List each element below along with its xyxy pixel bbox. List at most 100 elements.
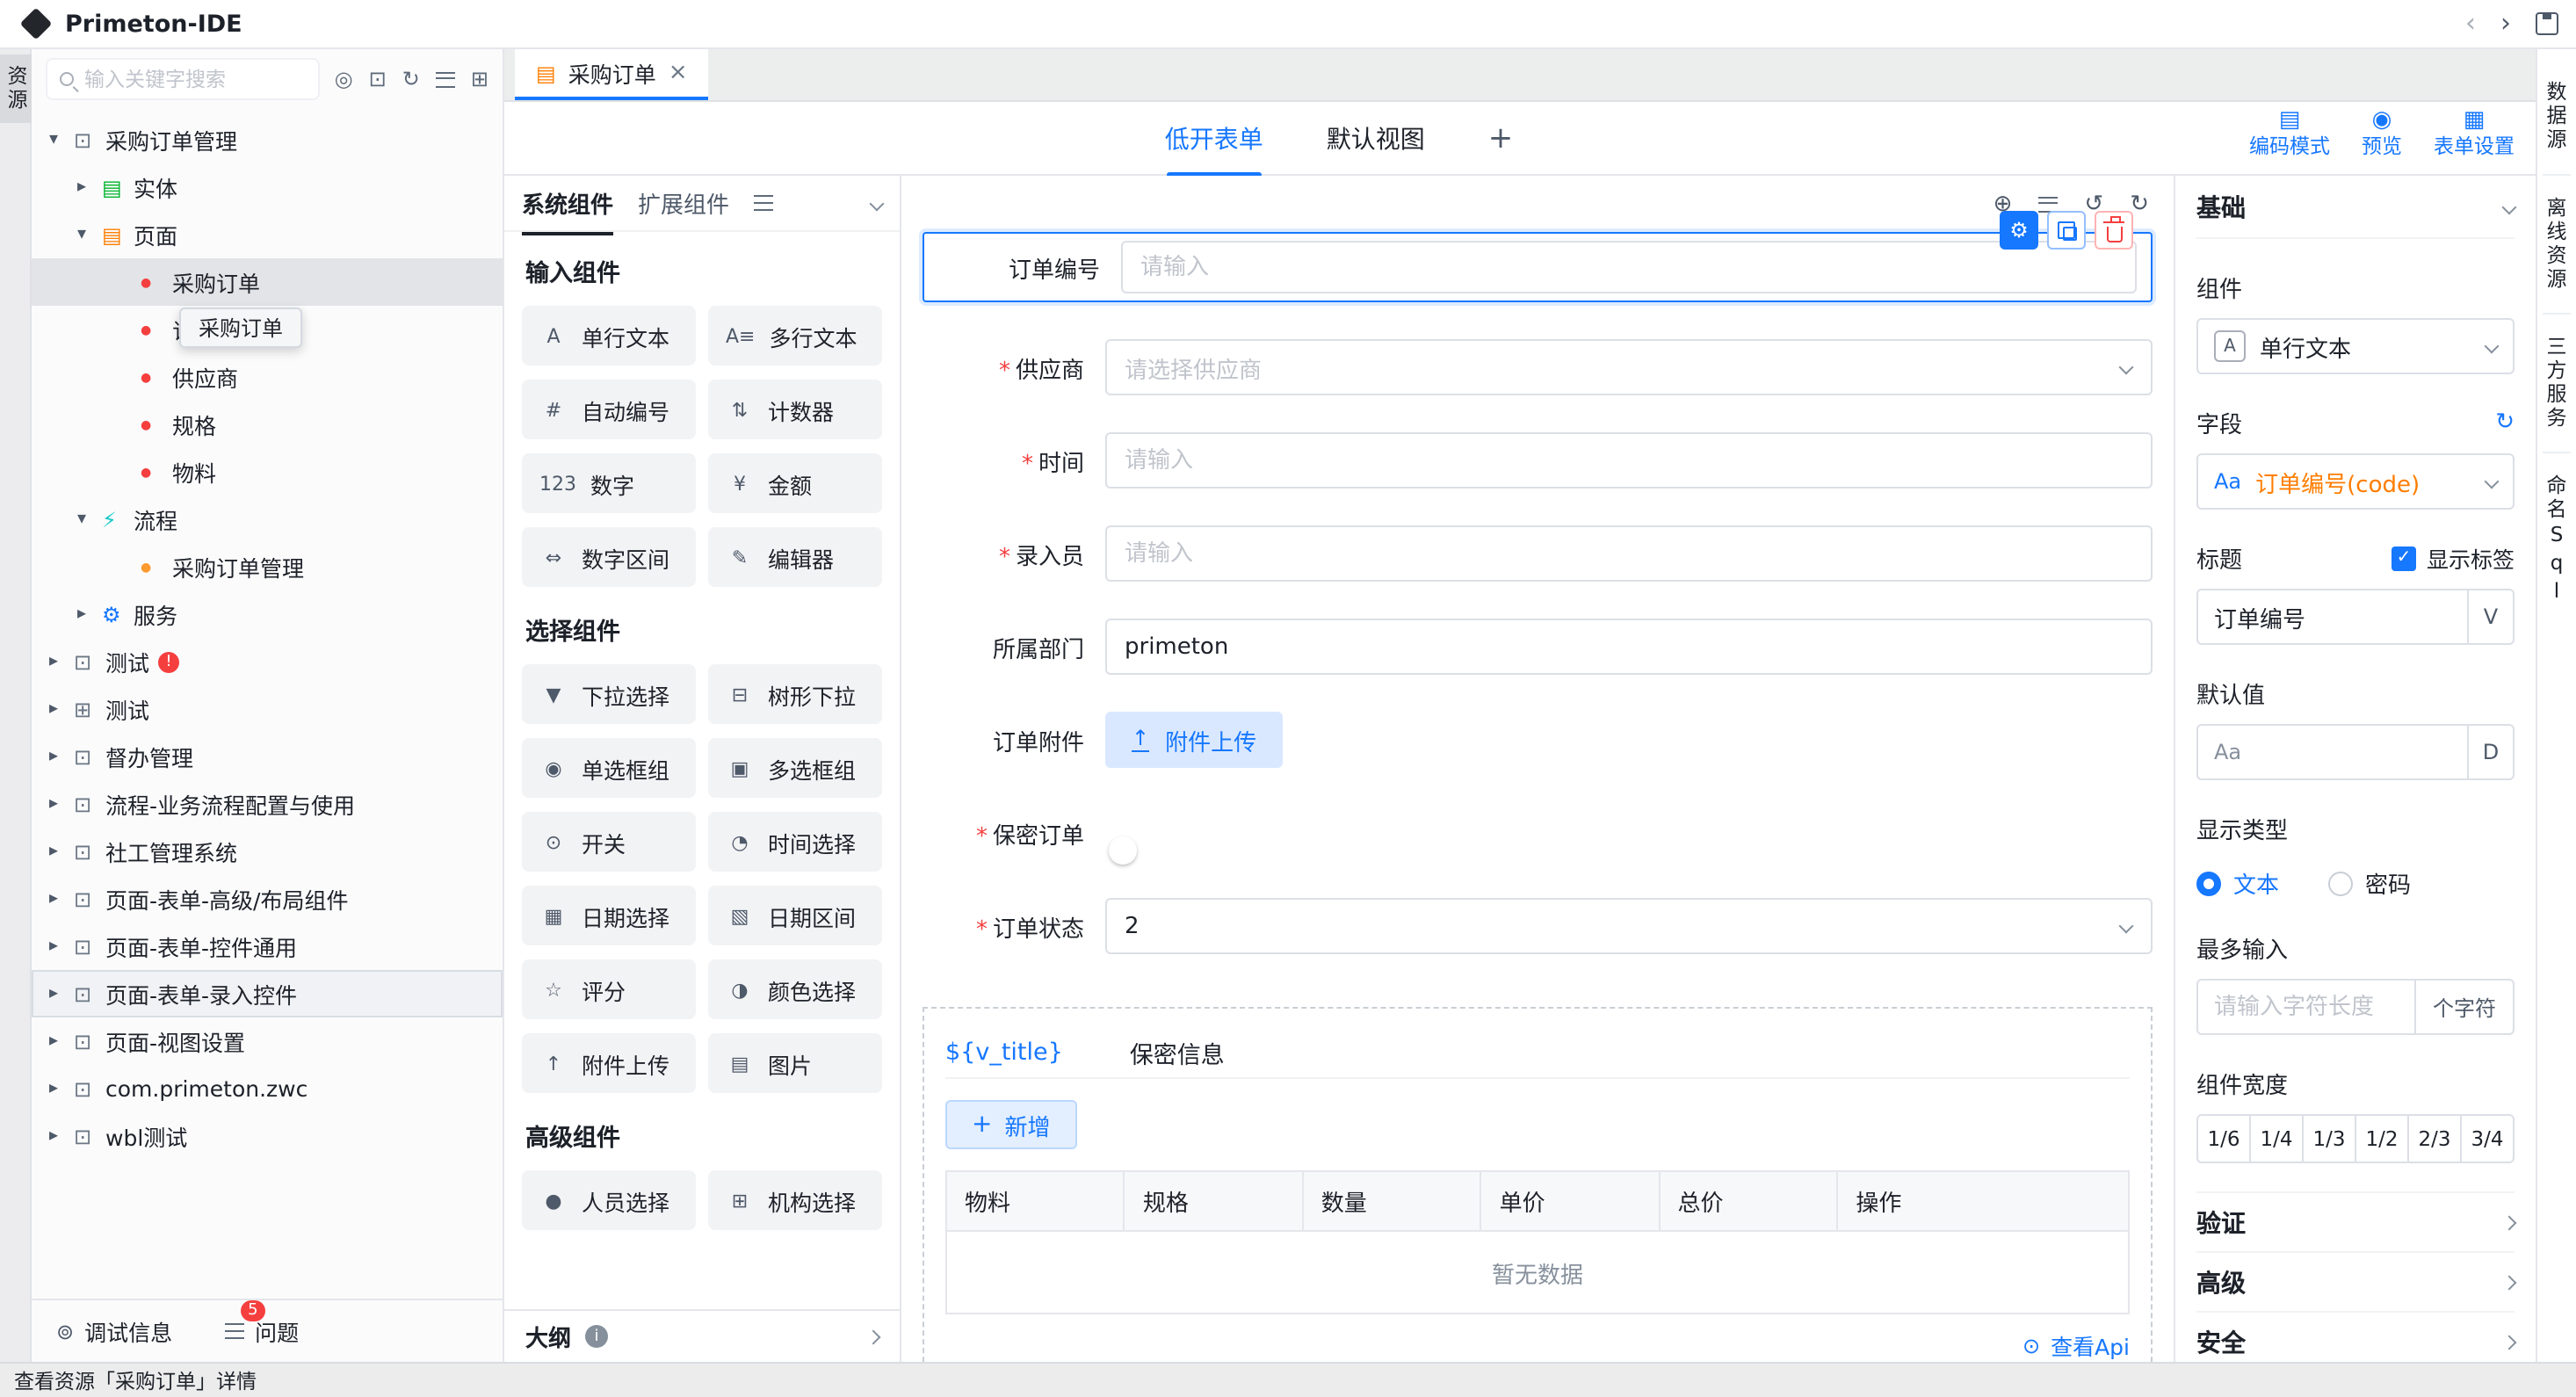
selected-field-order-code[interactable]: ⚙ 订单编号 (923, 232, 2153, 302)
editor-tab-purchase-order[interactable]: 采购订单 × (515, 49, 709, 100)
tree-item[interactable]: 页面-表单-控件通用 (32, 923, 503, 970)
order-code-input-wrap[interactable] (1121, 241, 2137, 293)
expander-icon[interactable] (49, 794, 74, 814)
form-field-secret-order[interactable]: *保密订单 (923, 805, 2153, 861)
component-item[interactable]: ▧ 日期区间 (708, 886, 882, 945)
view-tab-lowcode-form[interactable]: 低开表单 (1165, 120, 1263, 156)
width-option-button[interactable]: 1/4 (2251, 1116, 2304, 1162)
field-binding-select[interactable]: Aa 订单编号(code) (2196, 453, 2514, 510)
attachment-upload-button[interactable]: ↑ 附件上传 (1105, 712, 1283, 768)
component-type-select[interactable]: A 单行文本 (2196, 318, 2514, 374)
editor-action-button[interactable]: 编码模式 (2249, 109, 2330, 162)
component-item[interactable]: ⇅ 计数器 (708, 380, 882, 439)
operator-input[interactable] (1125, 540, 2133, 567)
component-item[interactable]: ◑ 颜色选择 (708, 959, 882, 1019)
nav-forward-icon[interactable]: › (2500, 11, 2511, 37)
refresh-icon[interactable]: ↻ (402, 69, 420, 90)
department-input-wrap[interactable] (1105, 619, 2153, 675)
tree-item[interactable]: 采购订单 (32, 258, 503, 306)
department-input[interactable] (1125, 633, 2133, 660)
expander-icon[interactable] (49, 889, 74, 908)
expander-icon[interactable] (49, 1031, 74, 1051)
tree-item[interactable]: wbl测试 (32, 1112, 503, 1160)
section-basic[interactable]: 基础 (2196, 176, 2514, 239)
supplier-select[interactable]: 请选择供应商 (1105, 339, 2153, 395)
tree-item[interactable]: 物料 (32, 448, 503, 496)
default-value-input-wrap[interactable]: Aa D (2196, 724, 2514, 780)
tree-item[interactable]: 流程-业务流程配置与使用 (32, 780, 503, 828)
form-field-supplier[interactable]: *供应商 请选择供应商 (923, 339, 2153, 395)
expander-icon[interactable] (49, 699, 74, 719)
tab-system-components[interactable]: 系统组件 (522, 186, 613, 220)
close-tab-icon[interactable]: × (669, 62, 688, 84)
components-menu-icon[interactable] (754, 195, 773, 211)
collapse-panel-icon[interactable] (870, 196, 885, 211)
component-item[interactable]: ⊟ 树形下拉 (708, 664, 882, 724)
right-rail-tab[interactable]: 命名Sql (2543, 452, 2571, 626)
expander-icon[interactable] (49, 937, 74, 956)
save-button[interactable] (2536, 12, 2558, 35)
collapsed-section-header[interactable]: 高级 (2196, 1251, 2514, 1311)
form-field-attachment[interactable]: 订单附件 ↑ 附件上传 (923, 712, 2153, 768)
expander-icon[interactable] (49, 984, 74, 1003)
collapsed-section-header[interactable]: 验证 (2196, 1191, 2514, 1251)
tree-item[interactable]: 测试 (32, 685, 503, 733)
expander-icon[interactable] (49, 1079, 74, 1098)
width-option-button[interactable]: 1/2 (2356, 1116, 2409, 1162)
title-variable-button[interactable]: V (2467, 590, 2513, 643)
add-row-button[interactable]: 新增 (945, 1100, 1077, 1149)
width-option-button[interactable]: 3/4 (2462, 1116, 2513, 1162)
form-field-time[interactable]: *时间 (923, 432, 2153, 489)
panel-icon[interactable]: ⊞ (471, 69, 488, 90)
order-status-select[interactable]: 2 (1105, 898, 2153, 954)
subform-tab-secret-info[interactable]: 保密信息 (1130, 1034, 1225, 1069)
component-item[interactable]: ⊞ 机构选择 (708, 1170, 882, 1230)
component-item[interactable]: ✎ 编辑器 (708, 527, 882, 587)
tree-item[interactable]: 服务 (32, 590, 503, 638)
width-option-button[interactable]: 1/6 (2198, 1116, 2251, 1162)
component-item[interactable]: ▼ 下拉选择 (522, 664, 696, 724)
tree-item[interactable]: 流程 (32, 496, 503, 543)
tree-item[interactable]: 采购订单管理 (32, 543, 503, 590)
expander-icon[interactable] (77, 604, 102, 624)
component-item[interactable]: ▦ 日期选择 (522, 886, 696, 945)
tree-item[interactable]: 测试 ! (32, 638, 503, 685)
component-item[interactable]: ▣ 多选框组 (708, 738, 882, 798)
component-item[interactable]: ¥ 金额 (708, 453, 882, 513)
scope-icon[interactable]: ⊡ (369, 69, 387, 90)
title-input[interactable] (2214, 604, 2457, 630)
expander-icon[interactable] (49, 652, 74, 671)
width-option-button[interactable]: 2/3 (2409, 1116, 2462, 1162)
copy-field-button[interactable] (2047, 211, 2086, 250)
component-item[interactable]: 123 数字 (522, 453, 696, 513)
order-code-input[interactable] (1140, 254, 2117, 280)
search-input[interactable] (84, 67, 307, 91)
time-input-wrap[interactable] (1105, 432, 2153, 489)
tree-item[interactable]: 规格 (32, 401, 503, 448)
component-item[interactable]: A≡ 多行文本 (708, 306, 882, 366)
problems-button[interactable]: 5 问题 (225, 1314, 299, 1348)
resources-rail-tab[interactable]: 资源 (0, 54, 32, 123)
nav-back-icon[interactable]: ‹ (2465, 11, 2476, 37)
tree-item[interactable]: 实体 (32, 163, 503, 211)
expander-icon[interactable] (77, 225, 102, 244)
tree-item[interactable]: 页面 (32, 211, 503, 258)
form-field-order-status[interactable]: *订单状态 2 (923, 898, 2153, 954)
form-field-department[interactable]: 所属部门 (923, 619, 2153, 675)
field-settings-button[interactable]: ⚙ (2000, 211, 2038, 250)
component-item[interactable]: ↑ 附件上传 (522, 1033, 696, 1093)
sort-icon[interactable] (436, 71, 455, 87)
subform-tab-vtitle[interactable]: ${v_title} (945, 1038, 1063, 1066)
time-input[interactable] (1125, 447, 2133, 474)
show-label-checkbox[interactable]: 显示标签 (2391, 541, 2514, 575)
tree-item[interactable]: 供应商 (32, 353, 503, 401)
form-field-operator[interactable]: *录入员 (923, 525, 2153, 582)
component-item[interactable]: # 自动编号 (522, 380, 696, 439)
collapsed-section-header[interactable]: 安全 (2196, 1311, 2514, 1362)
tree-item[interactable]: 页面-表单-高级/布局组件 (32, 875, 503, 923)
tab-extension-components[interactable]: 扩展组件 (638, 186, 729, 220)
expander-icon[interactable] (49, 1126, 74, 1146)
tree-item[interactable]: com.primeton.zwc (32, 1065, 503, 1112)
default-dynamic-button[interactable]: D (2467, 726, 2513, 778)
operator-input-wrap[interactable] (1105, 525, 2153, 582)
